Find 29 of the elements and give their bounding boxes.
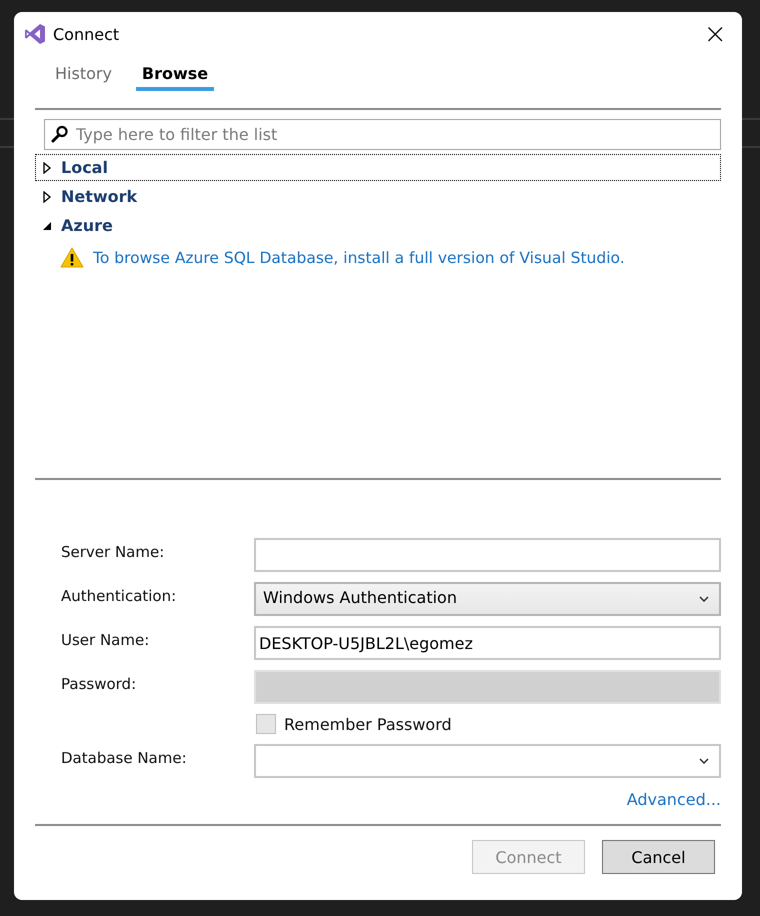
tree-item[interactable]: Local: [35, 154, 721, 181]
tab[interactable]: History: [49, 56, 118, 91]
logo-icon: [24, 23, 46, 45]
dropdown[interactable]: Windows Authentication: [254, 582, 721, 616]
expanded-arrow-icon: [42, 220, 52, 230]
checkbox[interactable]: [256, 714, 276, 734]
field-label: Database Name:: [61, 748, 188, 767]
advanced-link[interactable]: Advanced...: [626, 790, 721, 824]
collapsed-arrow-icon: [42, 190, 52, 202]
chevron-down-icon: [699, 758, 709, 764]
field-label: Server Name:: [61, 542, 166, 561]
tree-item[interactable]: Network: [35, 183, 721, 210]
warning-icon: [60, 247, 84, 268]
chevron-down-icon: [699, 596, 709, 602]
input-field[interactable]: [254, 538, 721, 572]
field-label: Authentication:: [61, 586, 178, 605]
cancel-button[interactable]: Cancel: [602, 840, 715, 874]
tree-item[interactable]: Azure: [35, 212, 721, 239]
field-label: Password:: [61, 674, 138, 693]
input-field[interactable]: DESKTOP-U5JBL2L\egomez: [254, 626, 721, 660]
info-message: To browse Azure SQL Database, install a full version of Visual Studio.: [93, 248, 625, 266]
close-button[interactable]: ×: [700, 20, 731, 48]
combo-box[interactable]: [254, 744, 721, 778]
tab[interactable]: Browse: [136, 56, 214, 91]
collapsed-arrow-icon: [42, 162, 52, 174]
checkbox-label: Remember Password: [284, 714, 452, 734]
field-label: User Name:: [61, 630, 150, 649]
window-title: Connect: [53, 24, 120, 44]
filter-field[interactable]: Type here to filter the list: [44, 119, 721, 150]
